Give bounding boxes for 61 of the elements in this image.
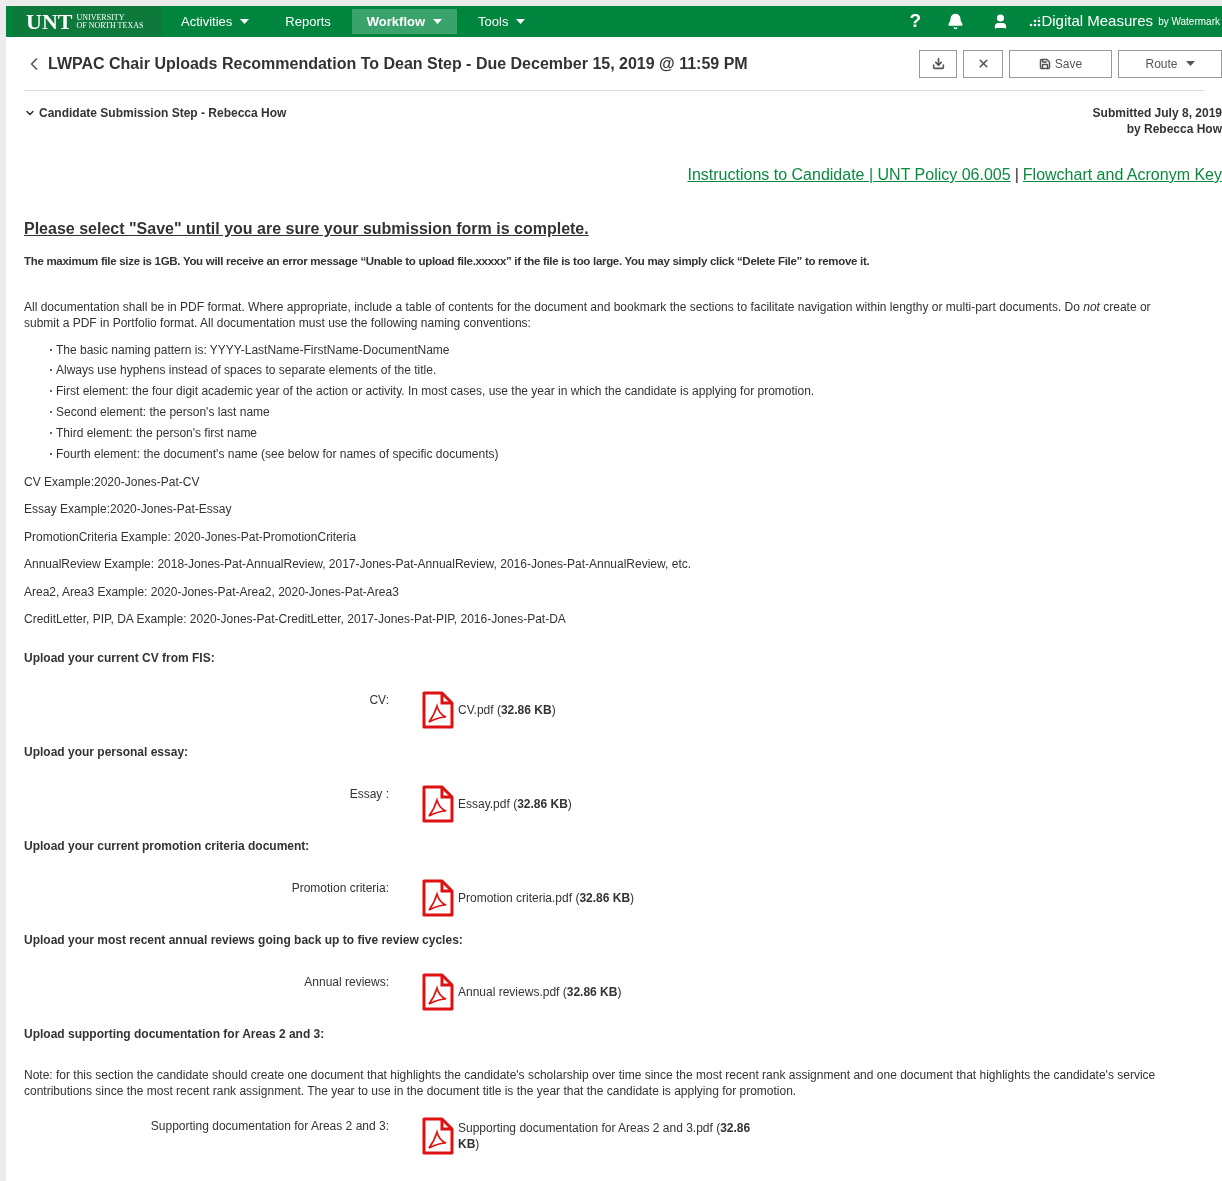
caret-icon [1185,61,1195,66]
uploaded-file-link[interactable]: Annual reviews.pdf (32.86 KB) [458,984,768,1001]
pdf-file-icon [422,973,454,1012]
submitted-info: by Rebecca How [1126,121,1222,137]
naming-convention-item: The basic naming pattern is: YYYY-LastName-FirstName-DocumentName [56,341,450,359]
flowchart-link[interactable]: Flowchart and Acronym Key [1022,163,1222,187]
naming-example: AnnualReview Example: 2018-Jones-Pat-AnnualReview, 2017-Jones-Pat-AnnualReview, 2016-Jones-Pat-AnnualReview, etc. [24,556,693,574]
upload-section-heading: Upload your current promotion criteria document: [24,838,311,856]
uploaded-file-link[interactable]: Promotion criteria.pdf (32.86 KB) [458,890,768,907]
naming-convention-item: Second element: the person's last name [56,404,270,422]
field-label: Promotion criteria: [290,880,389,898]
naming-convention-item: Fourth element: the document's name (see below for names of specific documents) [56,445,499,463]
pdf-file-icon [422,1117,454,1156]
upload-section-heading: Upload supporting documentation for Areas 2 and 3: [24,1026,326,1044]
naming-example: CreditLetter, PIP, DA Example: 2020-Jones-Pat-CreditLetter, 2017-Jones-Pat-PIP, 2016-Jones-Pat-DA [24,611,567,629]
naming-example: CV Example:2020-Jones-Pat-CV [24,473,201,491]
naming-convention-item: Always use hyphens instead of spaces to separate elements of the title. [56,362,437,380]
save-button[interactable]: Save [1009,49,1112,78]
notifications-icon[interactable] [947,13,965,30]
nav-menu-item[interactable]: Tools [463,9,541,34]
submitted-info: Submitted July 8, 2019 [1092,105,1222,121]
documentation-note: All documentation shall be in PDF format. Where appropriate, include a table of contents for the document and bookmark the sections to facilitate navigation within lengthy or multi-part documents. Do not create or submit a PDF in Portfolio format. All documentation must use the following naming conventions: [24,299,1152,332]
field-label: Supporting documentation for Areas 2 and 3: [149,1118,389,1136]
file-size-note: The maximum file size is 1GB. You will receive an error message “Unable to upload file.xxxxx” if the file is too large. You may simply click “Delete File” to remove it. [24,254,871,269]
section-note: Note: for this section the candidate should create one document that highlights the candidate's scholarship over time since the most recent rank assignment and one document that highlights the candidate's service contributions since the most recent rank assignment. The year to use in the document title is the year that the candidate is applying for promotion. [24,1067,1157,1100]
naming-convention-item: Third element: the person's first name [56,424,258,442]
pdf-file-icon [422,785,454,824]
page-title: LWPAC Chair Uploads Recommendation To Dean Step - Due December 15, 2019 @ 11:59 PM [48,53,748,74]
naming-example: PromotionCriteria Example: 2020-Jones-Pat-PromotionCriteria [24,528,358,546]
field-label: Essay : [348,786,389,804]
download-button[interactable] [919,49,957,78]
close-icon [976,57,990,70]
nav-menu-item[interactable]: Reports [270,9,346,34]
brand-name: Digital Measures [1041,11,1154,32]
brand-by: by Watermark [1158,15,1220,29]
route-button[interactable]: Route [1118,49,1222,78]
close-button[interactable] [963,49,1003,78]
save-icon [1038,57,1051,70]
link-separator: | [1014,165,1019,185]
dots-icon [1029,16,1042,27]
pdf-file-icon [422,879,454,918]
instructions-link[interactable]: Instructions to Candidate | UNT Policy 06.005 [687,163,1011,187]
naming-example: Area2, Area3 Example: 2020-Jones-Pat-Area2, 2020-Jones-Pat-Area3 [24,583,400,601]
pdf-file-icon [422,691,454,730]
naming-example: Essay Example:2020-Jones-Pat-Essay [24,501,233,519]
field-label: CV: [368,692,389,710]
upload-section-heading: Upload your current CV from FIS: [24,650,216,668]
upload-section-heading: Upload your personal essay: [24,744,190,762]
save-instruction-heading: Please select "Save" until you are sure your submission form is complete. [24,219,590,239]
logo-subtitle: UNIVERSITY [76,13,126,22]
help-button[interactable]: ? [900,7,931,36]
field-label: Annual reviews: [303,974,389,992]
uploaded-file-link[interactable]: Essay.pdf (32.86 KB) [458,796,768,813]
uploaded-file-link[interactable]: Supporting documentation for Areas 2 and 3.pdf (32.86 KB) [458,1120,768,1153]
logo-subtitle: OF NORTH TEXAS [76,21,144,30]
nav-menu-item[interactable]: Activities [166,9,265,34]
step-toggle[interactable]: Candidate Submission Step - Rebecca How [24,105,287,121]
download-icon [931,57,945,70]
uploaded-file-link[interactable]: CV.pdf (32.86 KB) [458,702,768,719]
upload-section-heading: Upload your most recent annual reviews going back up to five review cycles: [24,932,464,950]
naming-convention-item: First element: the four digit academic year of the action or activity. In most cases, use the year in which the candidate is applying for promotion. [56,383,815,401]
